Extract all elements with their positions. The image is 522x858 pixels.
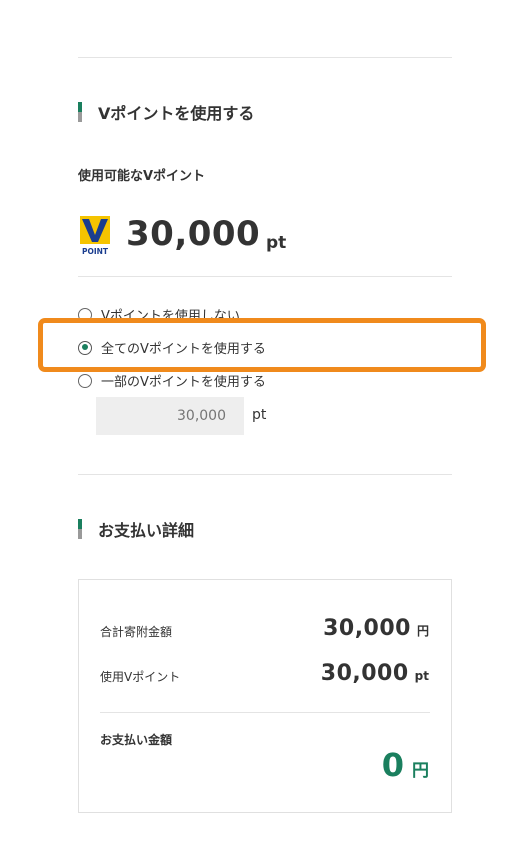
partial-points-unit: pt — [252, 407, 267, 423]
vpoint-section-title: Vポイントを使用する — [78, 100, 254, 124]
used-points-amount: 30,000 — [320, 661, 409, 686]
donation-total-value: 30,000 円 — [323, 616, 429, 641]
available-points-label: 使用可能なVポイント — [78, 169, 206, 184]
title-accent-bar — [78, 102, 82, 122]
points-divider — [78, 276, 452, 277]
section-divider — [78, 474, 452, 475]
payment-amount-unit: 円 — [412, 761, 429, 781]
payment-section-title: お支払い詳細 — [78, 517, 194, 541]
donation-total-label: 合計寄附金額 — [100, 625, 173, 639]
radio-partial-points[interactable] — [78, 373, 92, 388]
vpoint-logo-text: POINT — [82, 247, 109, 256]
option-all-points[interactable]: 全てのVポイントを使用する — [78, 338, 266, 357]
radio-all-points[interactable] — [78, 340, 92, 355]
option-partial-points[interactable]: 一部のVポイントを使用する — [78, 371, 266, 390]
used-points-unit: pt — [414, 669, 429, 683]
payment-summary-card: 合計寄附金額 30,000 円 使用Vポイント 30,000 pt お支払い金額… — [78, 579, 452, 813]
payment-amount-number: 0 — [381, 746, 404, 784]
vpoint-logo-icon: POINT — [80, 216, 110, 256]
available-points-value: 30,000 — [126, 214, 261, 254]
donation-total-amount: 30,000 — [323, 616, 411, 641]
donation-total-unit: 円 — [416, 624, 429, 638]
option-partial-points-label[interactable]: 一部のVポイントを使用する — [101, 371, 266, 390]
payment-amount-label: お支払い金額 — [100, 733, 173, 747]
title-accent-bar — [78, 519, 82, 539]
option-all-points-label[interactable]: 全てのVポイントを使用する — [101, 338, 266, 357]
card-divider — [100, 712, 430, 713]
used-points-value: 30,000 pt — [321, 661, 429, 686]
payment-title-text: お支払い詳細 — [98, 521, 195, 540]
top-divider — [78, 57, 452, 58]
partial-points-input[interactable] — [96, 397, 244, 435]
used-points-label: 使用Vポイント — [100, 670, 181, 684]
vpoint-title-text: Vポイントを使用する — [98, 104, 255, 123]
payment-amount-value: 0 円 — [382, 746, 429, 784]
available-points-unit: pt — [266, 233, 287, 253]
